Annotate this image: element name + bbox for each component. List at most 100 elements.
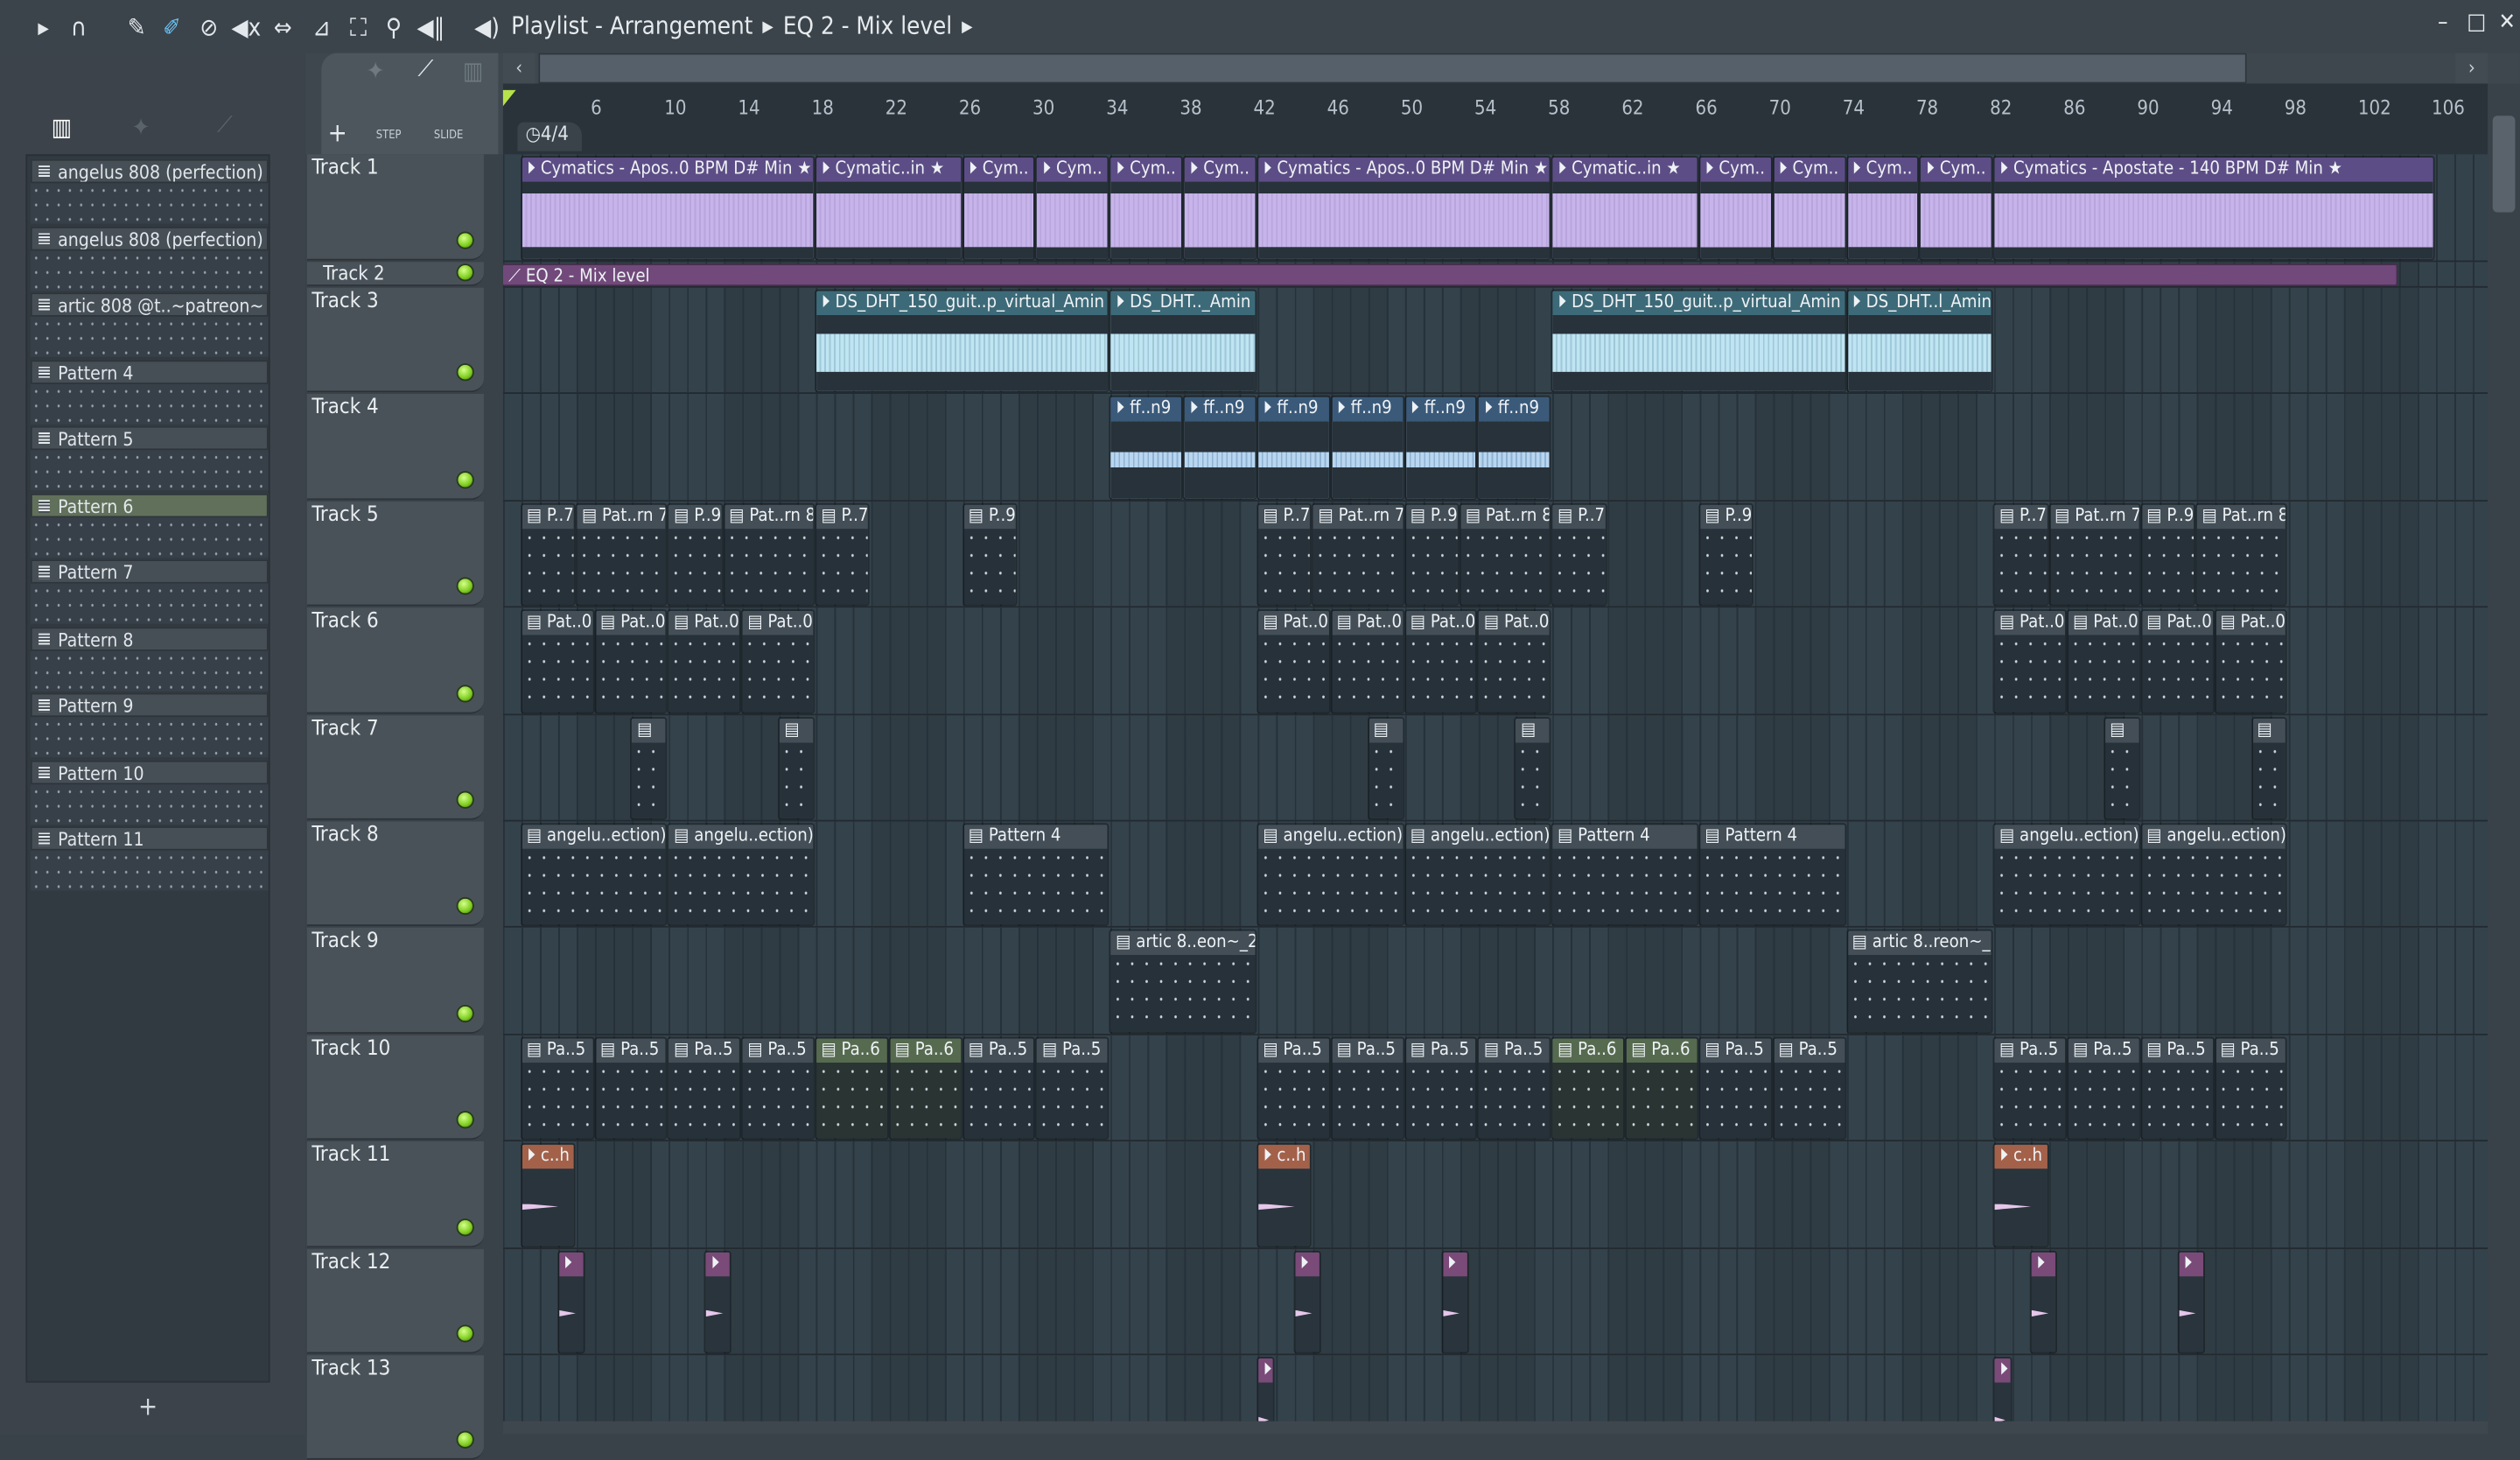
pattern-clip[interactable]: ⏵ bbox=[2177, 1250, 2205, 1354]
piano-icon[interactable]: ▥ bbox=[463, 56, 483, 85]
pattern-clip[interactable]: ▤ Pat..0 bbox=[741, 609, 816, 713]
pattern-clip[interactable]: ▤ angelu..ection) bbox=[1992, 823, 2141, 927]
audio-clip[interactable]: ⏵ Cym.. bbox=[1109, 156, 1184, 261]
arrangement-grid[interactable]: ⏵ Cymatics - Apos..0 BPM D# Min ★ ⏵ Cymat… bbox=[502, 154, 2488, 1421]
pattern-clip[interactable]: ▤ Pattern 4 bbox=[1550, 823, 1699, 927]
pattern-clip[interactable]: ▤ Pat..0 bbox=[1992, 609, 2067, 713]
pattern-clip[interactable]: ▤ P..9 bbox=[962, 502, 1018, 607]
pattern-clip[interactable]: ⏵ bbox=[1293, 1250, 1321, 1354]
pattern-clip[interactable]: ▤ P..9 bbox=[2140, 502, 2196, 607]
pattern-clip[interactable]: ▤ Pa..5 bbox=[1477, 1036, 1551, 1141]
scrollbar-thumb[interactable] bbox=[2492, 116, 2516, 213]
pattern-clip[interactable]: ⏵ bbox=[1440, 1250, 1469, 1354]
track-enable-led[interactable] bbox=[456, 231, 474, 249]
pattern-clip[interactable]: ⏵ bbox=[1992, 1357, 2012, 1421]
pattern-clip[interactable]: ▤ Pa..6 bbox=[1550, 1036, 1625, 1141]
scroll-right-button[interactable]: › bbox=[2455, 53, 2488, 84]
pattern-clip[interactable]: ▤ angelu..ection) bbox=[520, 823, 668, 927]
pattern-item[interactable]: artic 808 @t..~patreon~_2 bbox=[30, 292, 269, 358]
track-enable-led[interactable] bbox=[456, 1324, 474, 1343]
pattern-clip[interactable]: ▤ angelu..ection) bbox=[1404, 823, 1551, 927]
pattern-clip[interactable]: ▤ P..9 bbox=[667, 502, 724, 607]
pattern-clip[interactable]: ⏵ bbox=[556, 1250, 585, 1354]
audio-clip[interactable]: ⏵ ff..n9 bbox=[1256, 396, 1331, 500]
pattern-clip[interactable]: ▤ angelu..ection) bbox=[667, 823, 816, 927]
pattern-clip[interactable]: ▤ Pat..0 bbox=[1404, 609, 1478, 713]
playlist-overview-scrollbar[interactable] bbox=[538, 53, 2247, 84]
pattern-clip[interactable]: ▤ Pat..rn 8 bbox=[723, 502, 816, 607]
pattern-item[interactable]: Pattern 9 bbox=[30, 692, 269, 759]
track-header[interactable]: Track 1 bbox=[306, 154, 484, 261]
step-toggle[interactable]: STEP bbox=[376, 129, 402, 142]
pattern-clip[interactable]: ▤ P..7 bbox=[815, 502, 871, 607]
track-header[interactable]: Track 9 bbox=[306, 928, 484, 1034]
track-enable-led[interactable] bbox=[456, 1218, 474, 1236]
pattern-clip[interactable]: ▤ Pa..5 bbox=[593, 1036, 668, 1141]
audio-clip[interactable]: ⏵ ff..n9 bbox=[1183, 396, 1257, 500]
audio-clip[interactable]: ⏵ Cym.. bbox=[962, 156, 1036, 261]
pattern-clip[interactable]: ⏵ bbox=[1256, 1357, 1276, 1421]
audio-clip[interactable]: ⏵ Cym.. bbox=[1035, 156, 1110, 261]
pattern-clip[interactable]: ⏵ c..h bbox=[1992, 1143, 2048, 1247]
zoom-icon[interactable]: ⚲ bbox=[379, 13, 408, 42]
add-track-button[interactable]: + bbox=[328, 117, 347, 148]
pattern-clip[interactable]: ▤ bbox=[2250, 716, 2288, 820]
playback-icon[interactable]: ◀∥ bbox=[416, 13, 445, 42]
pattern-clip[interactable]: ▤ Pa..5 bbox=[1035, 1036, 1110, 1141]
pattern-clip[interactable]: ▤ Pattern 4 bbox=[1698, 823, 1846, 927]
pattern-clip[interactable]: ▤ Pa..5 bbox=[1256, 1036, 1331, 1141]
audio-clip[interactable]: ⏵ Cym.. bbox=[1772, 156, 1846, 261]
pattern-clip[interactable]: ▤ P..9 bbox=[1404, 502, 1460, 607]
mute-icon[interactable]: ◀x bbox=[231, 13, 261, 42]
time-signature[interactable]: ◷4/4 bbox=[517, 122, 582, 151]
scroll-left-button[interactable]: ‹ bbox=[502, 53, 536, 84]
pattern-clip[interactable]: ▤ Pat..0 bbox=[593, 609, 668, 713]
track-enable-led[interactable] bbox=[456, 1431, 474, 1449]
pattern-clip[interactable]: ▤ artic 8..reon~_2 bbox=[1845, 930, 1993, 1034]
pattern-item[interactable]: Pattern 4 bbox=[30, 359, 269, 425]
pattern-clip[interactable]: ▤ Pat..0 bbox=[520, 609, 594, 713]
track-header[interactable]: Track 12 bbox=[306, 1248, 484, 1354]
pattern-clip[interactable]: ▤ Pa..6 bbox=[815, 1036, 889, 1141]
pattern-clip[interactable]: ▤ Pat..rn 8 bbox=[2195, 502, 2288, 607]
breadcrumb-item[interactable]: EQ 2 - Mix level bbox=[783, 11, 952, 40]
pattern-clip[interactable]: ▤ Pa..5 bbox=[1330, 1036, 1404, 1141]
pattern-clip[interactable]: ▤ artic 8..eon~_2 bbox=[1109, 930, 1257, 1034]
add-pattern-button[interactable]: + bbox=[138, 1391, 158, 1421]
track-header[interactable]: Track 4 bbox=[306, 394, 484, 500]
pattern-clip[interactable]: ▤ bbox=[778, 716, 816, 820]
pattern-clip[interactable]: ▤ Pat..rn 7 bbox=[575, 502, 668, 607]
pattern-clip[interactable]: ▤ bbox=[1514, 716, 1551, 820]
track-header[interactable]: Track 11 bbox=[306, 1141, 484, 1247]
track-header[interactable]: Track 10 bbox=[306, 1035, 484, 1141]
audio-filter-icon[interactable]: ✦ bbox=[132, 113, 150, 142]
play-arrow-icon[interactable]: ▸ bbox=[29, 13, 58, 42]
pencil-icon[interactable]: ✎ bbox=[122, 13, 151, 42]
pattern-clip[interactable]: ▤ P..7 bbox=[1550, 502, 1606, 607]
pattern-clip[interactable]: ▤ angelu..ection) bbox=[1256, 823, 1404, 927]
track-enable-led[interactable] bbox=[456, 897, 474, 916]
speaker-icon[interactable]: ◀) bbox=[472, 13, 501, 42]
audio-clip[interactable]: ⏵ ff..n9 bbox=[1404, 396, 1478, 500]
pattern-clip[interactable]: ▤ Pat..0 bbox=[1256, 609, 1331, 713]
pattern-item[interactable]: angelus 808 (perfection) #2 bbox=[30, 226, 269, 291]
slice-icon[interactable]: ⊿ bbox=[307, 13, 336, 42]
audio-clip[interactable]: ⏵ Cym.. bbox=[1845, 156, 1920, 261]
minimize-button[interactable]: – bbox=[2426, 10, 2459, 35]
delete-icon[interactable]: ⊘ bbox=[194, 13, 223, 42]
track-header[interactable]: Track 3 bbox=[306, 287, 484, 393]
pattern-clip[interactable]: ▤ Pat..rn 8 bbox=[1459, 502, 1551, 607]
pattern-item[interactable]: Pattern 8 bbox=[30, 626, 269, 691]
track-enable-led[interactable] bbox=[456, 263, 474, 282]
track-header[interactable]: Track 8 bbox=[306, 821, 484, 927]
pattern-clip[interactable]: ▤ Pa..5 bbox=[1404, 1036, 1478, 1141]
pattern-item[interactable]: Pattern 11 bbox=[30, 826, 269, 892]
pattern-clip[interactable]: ▤ angelu..ection) bbox=[2140, 823, 2288, 927]
pattern-clip[interactable]: ▤ Pat..rn 7 bbox=[1312, 502, 1404, 607]
pattern-clip[interactable]: ▤ bbox=[630, 716, 668, 820]
pattern-clip[interactable]: ▤ Pat..rn 7 bbox=[2048, 502, 2141, 607]
audio-clip[interactable]: ⏵ DS_DHT_150_guit..p_virtual_Amin bbox=[815, 289, 1110, 393]
close-button[interactable]: ✕ bbox=[2491, 10, 2520, 35]
audio-clip[interactable]: ⏵ Cym.. bbox=[1183, 156, 1257, 261]
pattern-clip[interactable]: ▤ P..7 bbox=[520, 502, 576, 607]
